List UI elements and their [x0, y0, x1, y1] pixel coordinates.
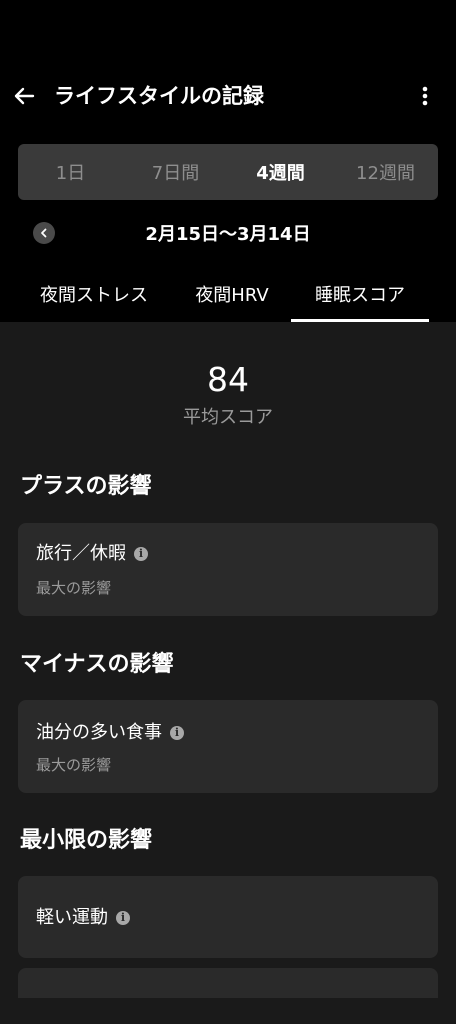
metric-tabs: 夜間ストレス 夜間HRV 睡眠スコア: [0, 272, 456, 322]
card-title-text: 軽い運動: [36, 907, 108, 928]
section-title-positive: プラスの影響: [20, 474, 152, 499]
period-tab-4-weeks[interactable]: 4週間: [228, 144, 333, 200]
card-subtitle: 最大の影響: [36, 579, 112, 597]
arrow-left-icon: [14, 87, 35, 105]
impact-card-light-exercise[interactable]: 軽い運動 i: [18, 876, 438, 958]
period-selector: 1日 7日間 4週間 12週間: [18, 144, 438, 200]
period-tab-12-weeks[interactable]: 12週間: [333, 144, 438, 200]
section-title-minimal: 最小限の影響: [20, 828, 153, 853]
card-title-text: 油分の多い食事: [36, 722, 162, 743]
impact-card-partial[interactable]: [18, 968, 438, 998]
average-score-value: 84: [207, 360, 249, 399]
period-tab-7-days[interactable]: 7日間: [123, 144, 228, 200]
more-options-button[interactable]: [408, 78, 442, 114]
period-tab-1-day[interactable]: 1日: [18, 144, 123, 200]
more-vertical-icon: [422, 86, 428, 106]
tab-night-stress[interactable]: 夜間ストレス: [28, 272, 160, 320]
card-title: 油分の多い食事 i: [36, 720, 184, 746]
back-button[interactable]: [6, 78, 42, 114]
impact-card-travel[interactable]: 旅行／休暇 i 最大の影響: [18, 523, 438, 616]
tab-sleep-score[interactable]: 睡眠スコア: [291, 272, 429, 322]
tab-night-hrv[interactable]: 夜間HRV: [182, 272, 282, 320]
info-icon[interactable]: i: [170, 726, 184, 740]
info-icon[interactable]: i: [116, 911, 130, 925]
average-score-label: 平均スコア: [183, 407, 273, 428]
page-title: ライフスタイルの記録: [54, 84, 264, 108]
card-title: 軽い運動 i: [36, 905, 130, 931]
card-title: 旅行／休暇 i: [36, 541, 148, 567]
section-title-negative: マイナスの影響: [20, 652, 174, 677]
impact-card-oily-food[interactable]: 油分の多い食事 i 最大の影響: [18, 700, 438, 793]
info-icon[interactable]: i: [134, 547, 148, 561]
chevron-left-icon: [41, 228, 47, 238]
date-range: 2月15日〜3月14日: [145, 224, 311, 245]
card-title-text: 旅行／休暇: [36, 543, 126, 564]
previous-period-button[interactable]: [33, 222, 55, 244]
card-subtitle: 最大の影響: [36, 756, 112, 774]
